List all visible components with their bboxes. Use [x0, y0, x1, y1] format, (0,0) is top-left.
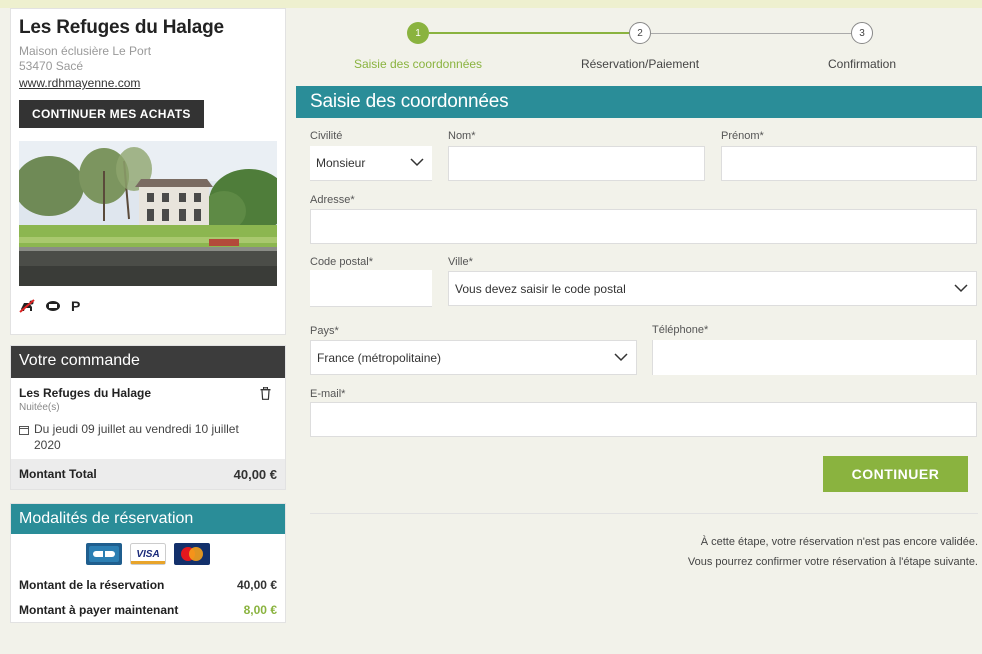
code-postal-label: Code postal*: [310, 256, 373, 268]
pays-label: Pays*: [310, 325, 339, 337]
ville-label: Ville*: [448, 256, 473, 268]
booking-amount-row: Montant de la réservation 40,00 €: [11, 572, 285, 597]
telephone-input[interactable]: [652, 340, 977, 375]
chevron-down-icon: [410, 156, 424, 170]
shop-address-line1: Maison éclusière Le Port: [19, 44, 152, 58]
pay-now-value: 8,00 €: [243, 602, 277, 617]
order-date-line2: 2020: [34, 438, 61, 452]
step-3-circle: 3: [851, 22, 873, 44]
svg-text:VISA: VISA: [136, 549, 159, 560]
main-content: 1 2 3 Saisie des coordonnées Réservation…: [296, 8, 982, 568]
booking-amount-label: Montant de la réservation: [19, 577, 165, 592]
order-date-line1: Du jeudi 09 juillet au vendredi 10 juill…: [34, 422, 239, 436]
step-line-1: [429, 32, 640, 34]
booking-terms-title: Modalités de réservation: [11, 504, 285, 534]
calendar-icon: [19, 423, 29, 453]
chevron-down-icon: [954, 282, 968, 296]
adresse-input[interactable]: [310, 209, 977, 244]
order-panel: Votre commande Les Refuges du Halage Nui…: [10, 345, 286, 490]
nom-input[interactable]: [448, 146, 705, 181]
order-item-type: Nuitée(s): [19, 402, 60, 413]
step-3-number: 3: [859, 27, 865, 39]
step-1-number: 1: [415, 27, 421, 39]
booking-amount-value: 40,00 €: [236, 577, 277, 592]
contact-form: Civilité Nom* Prénom* Monsieur Adresse* …: [296, 118, 982, 518]
prenom-input[interactable]: [721, 146, 977, 181]
shop-address: Maison éclusière Le Port 53470 Sacé: [19, 44, 277, 74]
code-postal-input[interactable]: [310, 270, 432, 307]
step-2-number: 2: [637, 27, 643, 39]
payment-cards: VISA: [11, 534, 285, 572]
checkout-stepper: 1 2 3 Saisie des coordonnées Réservation…: [296, 8, 982, 86]
email-input[interactable]: [310, 402, 977, 437]
step-3-label: Confirmation: [827, 57, 897, 71]
shop-name: Les Refuges du Halage: [19, 17, 224, 38]
no-pets-icon: [19, 299, 35, 313]
ville-value: Vous devez saisir le code postal: [455, 281, 626, 296]
chevron-down-icon: [614, 351, 628, 365]
mastercard-icon: [174, 543, 210, 572]
form-divider: [310, 513, 978, 514]
order-panel-title: Votre commande: [11, 346, 285, 378]
order-body: Les Refuges du Halage Nuitée(s) Du jeudi…: [11, 378, 285, 459]
cb-card-icon: [86, 543, 122, 572]
parking-icon: P: [71, 298, 81, 314]
tv-icon: [45, 300, 61, 312]
adresse-label: Adresse*: [310, 194, 355, 206]
amenity-icons: P: [19, 298, 277, 314]
step-line-2: [651, 33, 851, 34]
order-date: Du jeudi 09 juillet au vendredi 10 juill…: [19, 421, 277, 453]
order-total-row: Montant Total 40,00 €: [11, 459, 285, 489]
order-total-value: 40,00 €: [233, 466, 277, 482]
shop-address-line2: 53470 Sacé: [19, 59, 84, 73]
pays-value: France (métropolitaine): [317, 350, 442, 365]
step-1-label: Saisie des coordonnées: [353, 57, 483, 71]
trash-icon[interactable]: [260, 386, 271, 403]
visa-card-icon: VISA: [130, 543, 166, 572]
note-line1: À cette étape, votre réservation n'est p…: [700, 536, 978, 548]
nom-label: Nom*: [448, 130, 476, 142]
left-column: Les Refuges du Halage Maison éclusière L…: [10, 8, 286, 623]
shop-photo: [19, 141, 277, 286]
prenom-label: Prénom*: [721, 130, 764, 142]
shop-website-link[interactable]: www.rdhmayenne.com: [19, 76, 140, 90]
continue-shopping-button[interactable]: CONTINUER MES ACHATS: [19, 100, 204, 128]
civilite-select[interactable]: Monsieur: [310, 146, 432, 181]
civilite-value: Monsieur: [316, 156, 366, 170]
step-2-label: Réservation/Paiement: [580, 57, 700, 71]
order-total-label: Montant Total: [19, 467, 97, 481]
shop-card: Les Refuges du Halage Maison éclusière L…: [10, 8, 286, 335]
telephone-label: Téléphone*: [652, 324, 709, 336]
email-label: E-mail*: [310, 388, 346, 400]
section-title: Saisie des coordonnées: [296, 86, 982, 118]
civilite-label: Civilité: [310, 130, 343, 142]
booking-terms-panel: Modalités de réservation VISA Montant de…: [10, 503, 286, 623]
note-line2: Vous pourrez confirmer votre réservation…: [687, 556, 978, 568]
pay-now-label: Montant à payer maintenant: [19, 602, 179, 617]
step-2-circle: 2: [629, 22, 651, 44]
order-item-name: Les Refuges du Halage: [19, 386, 152, 400]
continue-button[interactable]: CONTINUER: [823, 456, 968, 492]
step-1-circle: 1: [407, 22, 429, 44]
top-band: [0, 0, 982, 8]
ville-select[interactable]: Vous devez saisir le code postal: [448, 271, 977, 306]
pay-now-row: Montant à payer maintenant 8,00 €: [11, 597, 285, 622]
pays-select[interactable]: France (métropolitaine): [310, 340, 637, 375]
